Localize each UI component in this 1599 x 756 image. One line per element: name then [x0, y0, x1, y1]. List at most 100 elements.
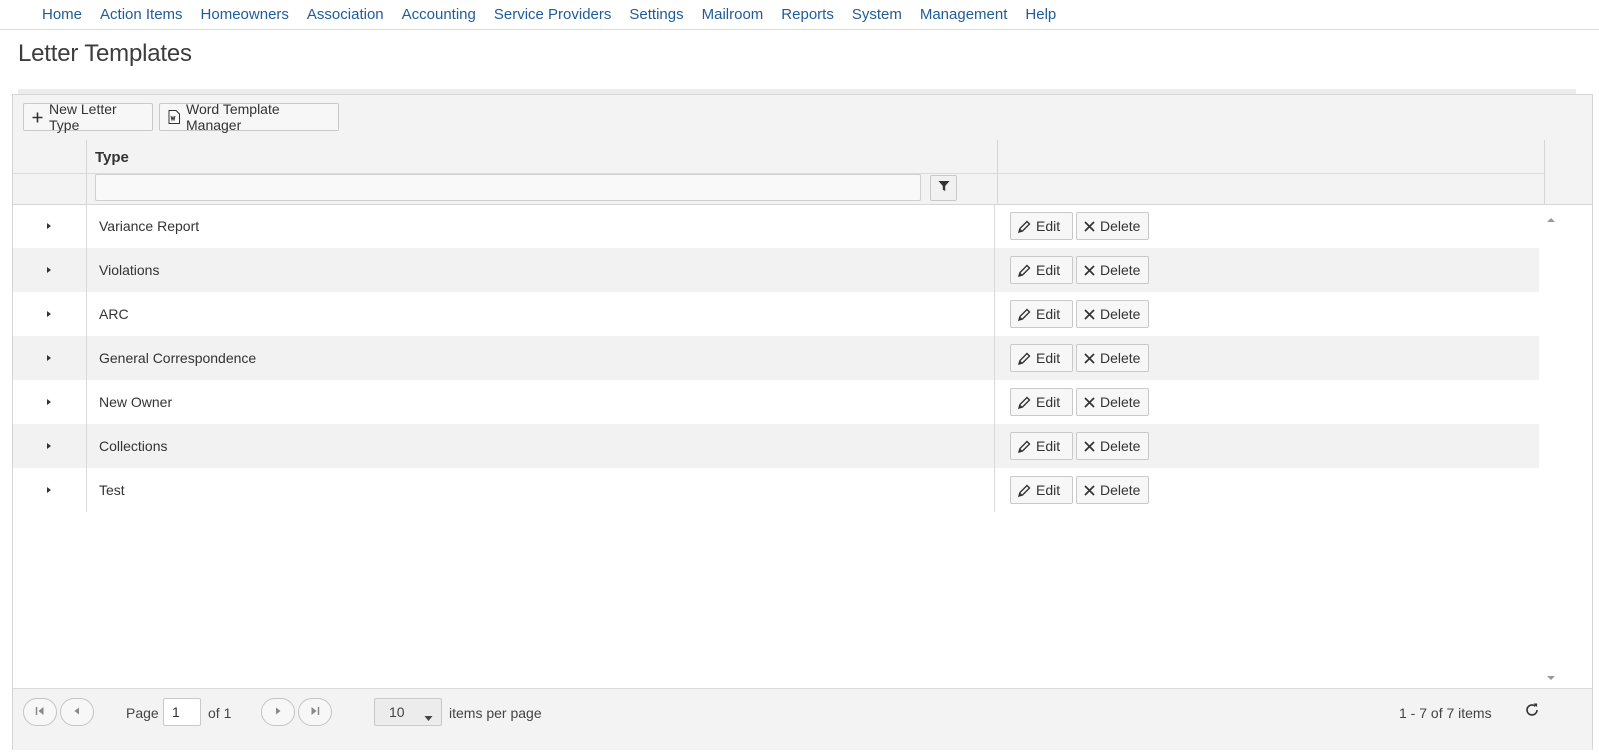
nav-item-system[interactable]: System [852, 6, 902, 23]
previous-page-button[interactable] [60, 698, 94, 726]
nav-item-reports[interactable]: Reports [781, 6, 834, 23]
scroll-down-arrow-icon[interactable] [1546, 670, 1556, 680]
previous-page-icon [72, 703, 82, 721]
column-divider [994, 204, 995, 248]
pencil-icon [1018, 352, 1031, 365]
letter-type-name: Collections [99, 438, 168, 454]
grid-toolbar: New Letter Type Word Template Manager [13, 95, 1592, 141]
expand-row-icon[interactable] [43, 484, 55, 496]
nav-item-home[interactable]: Home [42, 6, 82, 23]
page-label: Page [126, 705, 159, 721]
nav-item-management[interactable]: Management [920, 6, 1008, 23]
word-template-manager-button[interactable]: Word Template Manager [159, 101, 339, 133]
page-number-input[interactable] [163, 698, 201, 726]
edit-label: Edit [1036, 306, 1061, 322]
pencil-icon [1018, 396, 1031, 409]
nav-item-association[interactable]: Association [307, 6, 384, 23]
vertical-scrollbar[interactable] [1541, 204, 1561, 688]
column-divider [86, 248, 87, 292]
page-size-value: 10 [389, 704, 405, 720]
delete-button[interactable]: Delete [1076, 388, 1149, 416]
delete-label: Delete [1100, 350, 1141, 366]
expand-row-icon[interactable] [43, 308, 55, 320]
nav-item-settings[interactable]: Settings [629, 6, 683, 23]
column-divider [994, 248, 995, 292]
delete-button[interactable]: Delete [1076, 256, 1149, 284]
type-column-title[interactable]: Type [95, 149, 129, 166]
table-row: General Correspondence Edit Delete [13, 336, 1539, 380]
close-icon [1084, 484, 1095, 496]
page-count-label: of 1 [208, 705, 232, 721]
table-row: Collections Edit Delete [13, 424, 1539, 468]
column-divider [994, 292, 995, 336]
delete-button[interactable]: Delete [1076, 212, 1149, 240]
expand-row-icon[interactable] [43, 396, 55, 408]
column-divider [86, 336, 87, 380]
delete-label: Delete [1100, 394, 1141, 410]
grid-pager: Page of 1 10 items per page 1 - 7 of 7 i… [13, 688, 1592, 750]
delete-button[interactable]: Delete [1076, 432, 1149, 460]
expand-row-icon[interactable] [43, 220, 55, 232]
pencil-icon [1018, 264, 1031, 277]
nav-item-action-items[interactable]: Action Items [100, 6, 183, 23]
edit-label: Edit [1036, 262, 1061, 278]
edit-button[interactable]: Edit [1010, 476, 1073, 504]
word-template-manager-label: Word Template Manager [186, 101, 280, 133]
delete-button[interactable]: Delete [1076, 300, 1149, 328]
new-letter-type-button[interactable]: New Letter Type [23, 101, 153, 133]
nav-item-help[interactable]: Help [1025, 6, 1056, 23]
edit-label: Edit [1036, 350, 1061, 366]
expand-row-icon[interactable] [43, 264, 55, 276]
edit-button[interactable]: Edit [1010, 300, 1073, 328]
close-icon [1084, 264, 1095, 276]
type-filter-input[interactable] [95, 174, 921, 201]
items-per-page-label: items per page [449, 705, 542, 721]
nav-item-homeowners[interactable]: Homeowners [201, 6, 289, 23]
edit-label: Edit [1036, 482, 1061, 498]
next-page-button[interactable] [261, 698, 295, 726]
expand-row-icon[interactable] [43, 352, 55, 364]
page-size-select[interactable]: 10 [374, 698, 442, 726]
expand-column-header [13, 140, 87, 204]
edit-button[interactable]: Edit [1010, 432, 1073, 460]
letter-type-name: General Correspondence [99, 350, 257, 366]
column-divider [86, 468, 87, 512]
letter-type-name: ARC [99, 306, 129, 322]
actions-column-header [998, 140, 1545, 204]
delete-button[interactable]: Delete [1076, 344, 1149, 372]
letter-type-name: Variance Report [99, 218, 200, 234]
column-divider [86, 380, 87, 424]
edit-button[interactable]: Edit [1010, 212, 1073, 240]
delete-label: Delete [1100, 218, 1141, 234]
close-icon [1084, 440, 1095, 452]
first-page-icon [35, 703, 45, 721]
letter-type-name: Test [99, 482, 125, 498]
column-divider [86, 424, 87, 468]
pencil-icon [1018, 308, 1031, 321]
table-row: Variance Report Edit Delete [13, 204, 1539, 248]
next-page-icon [273, 703, 283, 721]
nav-item-service-providers[interactable]: Service Providers [494, 6, 612, 23]
table-row: Violations Edit Delete [13, 248, 1539, 292]
filter-button[interactable] [930, 175, 957, 201]
first-page-button[interactable] [23, 698, 57, 726]
delete-label: Delete [1100, 438, 1141, 454]
new-letter-type-label: New Letter Type [49, 101, 117, 133]
refresh-button[interactable] [1521, 701, 1543, 723]
column-divider [994, 424, 995, 468]
expand-row-icon[interactable] [43, 440, 55, 452]
delete-button[interactable]: Delete [1076, 476, 1149, 504]
column-divider [994, 380, 995, 424]
edit-label: Edit [1036, 394, 1061, 410]
edit-button[interactable]: Edit [1010, 388, 1073, 416]
column-divider [86, 204, 87, 248]
last-page-button[interactable] [298, 698, 332, 726]
edit-button[interactable]: Edit [1010, 256, 1073, 284]
table-row: New Owner Edit Delete [13, 380, 1539, 424]
letter-templates-grid: New Letter Type Word Template Manager Ty… [12, 94, 1593, 750]
scroll-up-arrow-icon[interactable] [1546, 212, 1556, 222]
nav-item-mailroom[interactable]: Mailroom [702, 6, 764, 23]
word-document-icon [168, 110, 180, 124]
nav-item-accounting[interactable]: Accounting [402, 6, 476, 23]
edit-button[interactable]: Edit [1010, 344, 1073, 372]
